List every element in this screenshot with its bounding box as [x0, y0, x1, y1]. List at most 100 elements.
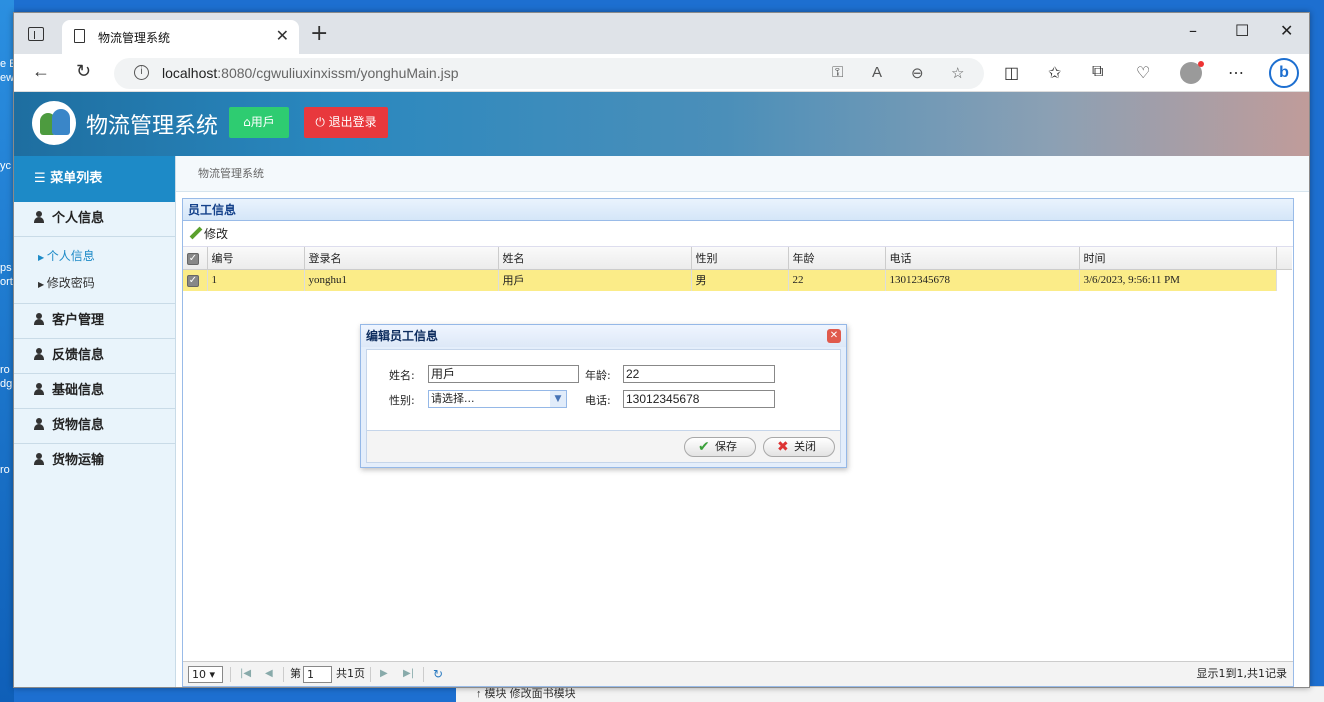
page-icon [74, 29, 85, 43]
gender-label: 性别: [389, 394, 415, 407]
sidebar-submenu: ▶ 个人信息 ▶ 修改密码 [14, 237, 175, 304]
site-info-icon[interactable]: i [134, 65, 149, 80]
caret-right-icon: ▶ [38, 280, 47, 289]
panel-toolbar: 修改 [183, 221, 1293, 247]
split-screen-icon[interactable]: ◫ [1004, 63, 1019, 83]
page-size-select[interactable]: 10 ▾ [188, 666, 223, 683]
table-cell: 3/6/2023, 9:56:11 PM [1079, 269, 1277, 291]
table-row[interactable]: ✓ 1 yonghu1 用戶 男 22 13012345678 3/6/2023… [183, 269, 1292, 291]
logout-button[interactable]: ⏻ 退出登录 [304, 107, 388, 138]
tab-actions-icon[interactable] [28, 27, 44, 41]
table-cell: yonghu1 [304, 269, 499, 291]
table-header-row: ✓ 编号 登录名 姓名 性别 年龄 电话 时间 [183, 247, 1292, 270]
close-tab-icon[interactable]: ✕ [276, 26, 289, 46]
close-icon[interactable]: ✕ [827, 329, 841, 343]
name-field[interactable]: 用戶 [428, 365, 579, 383]
profile-avatar[interactable] [1180, 61, 1204, 84]
first-page-icon[interactable]: |◀ [240, 662, 251, 686]
sidebar-category-transport[interactable]: 货物运输 [14, 444, 175, 479]
table-cell: 1 [207, 269, 305, 291]
power-icon: ⏻ [315, 115, 329, 129]
read-aloud-icon[interactable]: A [872, 64, 882, 81]
table-cell: 13012345678 [885, 269, 1080, 291]
breadcrumb: 物流管理系统 [176, 156, 1309, 192]
pagination-info: 显示1到1,共1记录 [1196, 667, 1288, 680]
desktop-icon-label: ort [0, 276, 13, 288]
sidebar-item-change-password[interactable]: ▶ 修改密码 [14, 270, 175, 297]
table-cell: 22 [788, 269, 886, 291]
age-field[interactable]: 22 [623, 365, 775, 383]
favorite-star-icon[interactable]: ☆ [951, 64, 964, 82]
web-page: 物流管理系统 ⌂用戶 ⏻ 退出登录 ☰ 菜单列表 个人信息 ▶ 个人信息 ▶ 修… [14, 92, 1309, 687]
page-total: 共1页 [336, 667, 365, 680]
url-text: localhost:8080/cgwuliuxinxissm/yonghuMai… [162, 65, 459, 81]
url-field[interactable]: i localhost:8080/cgwuliuxinxissm/yonghuM… [114, 58, 984, 89]
row-checkbox[interactable]: ✓ [187, 274, 199, 287]
column-header[interactable]: 时间 [1079, 247, 1277, 270]
browser-window: 物流管理系统 ✕ + – ☐ ✕ ← ↻ i localhost:8080/cg… [13, 12, 1310, 688]
cross-icon: ✖ [777, 439, 789, 455]
name-label: 姓名: [389, 369, 415, 382]
check-icon: ✔ [698, 439, 710, 455]
column-header[interactable]: 编号 [207, 247, 305, 270]
home-icon: ⌂ [243, 115, 251, 129]
sidebar-category-personal[interactable]: 个人信息 [14, 202, 175, 237]
maximize-icon[interactable]: ☐ [1235, 21, 1249, 40]
desktop-background [0, 0, 14, 702]
menu-header: ☰ 菜单列表 [14, 156, 175, 202]
collections-icon[interactable]: ⧉ [1092, 63, 1103, 81]
tab-title: 物流管理系统 [98, 31, 171, 45]
logout-button-label: 退出登录 [328, 115, 377, 129]
bing-icon[interactable]: b [1269, 58, 1299, 88]
column-header[interactable]: 性别 [691, 247, 789, 270]
browser-tab[interactable]: 物流管理系统 ✕ [62, 20, 299, 54]
desktop-icon-label: dg [0, 378, 13, 390]
minimize-icon[interactable]: – [1189, 21, 1197, 40]
select-all-checkbox[interactable]: ✓ [187, 252, 199, 265]
back-icon[interactable]: ← [32, 61, 50, 82]
column-header[interactable]: 姓名 [498, 247, 692, 270]
user-icon [34, 453, 44, 465]
new-tab-icon[interactable]: + [310, 21, 328, 46]
browser-essentials-icon[interactable]: ♡ [1136, 63, 1150, 83]
close-button[interactable]: ✖ 关闭 [763, 437, 835, 457]
list-icon: ☰ [34, 171, 51, 186]
zoom-icon[interactable]: ⊖ [911, 64, 924, 82]
page-number-input[interactable]: 1 [303, 666, 332, 683]
last-page-icon[interactable]: ▶| [403, 662, 414, 686]
sidebar-category-customers[interactable]: 客户管理 [14, 304, 175, 339]
edit-button[interactable]: 修改 [189, 227, 228, 241]
employee-table: ✓ 编号 登录名 姓名 性别 年龄 电话 时间 ✓ 1 yonghu1 用戶 男 [183, 247, 1292, 291]
dialog-form: 姓名: 用戶 年龄: 22 性别: 请选择... ▼ 电话: 1301234567… [366, 349, 841, 431]
sidebar-item-personal-info[interactable]: ▶ 个人信息 [14, 243, 175, 270]
refresh-icon[interactable]: ↻ [433, 662, 443, 686]
column-header[interactable]: 年龄 [788, 247, 886, 270]
user-button[interactable]: ⌂用戶 [229, 107, 289, 138]
save-button[interactable]: ✔ 保存 [684, 437, 756, 457]
phone-field[interactable]: 13012345678 [623, 390, 775, 408]
more-menu-icon[interactable]: ⋯ [1228, 63, 1244, 83]
address-bar: ← ↻ i localhost:8080/cgwuliuxinxissm/yon… [14, 54, 1309, 92]
edit-employee-dialog: 编辑员工信息 ✕ 姓名: 用戶 年龄: 22 性别: 请选择... ▼ 电话: 1… [360, 324, 847, 468]
prev-page-icon[interactable]: ◀ [265, 662, 273, 686]
user-icon [34, 383, 44, 395]
desktop-icon-label: ro [0, 464, 10, 476]
gender-select[interactable]: 请选择... ▼ [428, 390, 567, 408]
key-icon[interactable]: ⚿ [832, 64, 843, 81]
next-page-icon[interactable]: ▶ [380, 662, 388, 686]
close-window-icon[interactable]: ✕ [1280, 21, 1293, 40]
user-icon [34, 348, 44, 360]
column-header[interactable]: 登录名 [304, 247, 499, 270]
desktop-icon-label: ro [0, 364, 10, 376]
dialog-title: 编辑员工信息 [361, 325, 846, 347]
favorites-icon[interactable]: ✩ [1048, 63, 1061, 83]
sidebar: ☰ 菜单列表 个人信息 ▶ 个人信息 ▶ 修改密码 客户管理 反馈信息 基础信息… [14, 156, 176, 687]
sidebar-category-feedback[interactable]: 反馈信息 [14, 339, 175, 374]
refresh-icon[interactable]: ↻ [76, 61, 91, 82]
sidebar-category-basic[interactable]: 基础信息 [14, 374, 175, 409]
pencil-icon [189, 227, 202, 240]
sidebar-category-goods[interactable]: 货物信息 [14, 409, 175, 444]
phone-label: 电话: [585, 394, 611, 407]
column-header[interactable]: 电话 [885, 247, 1080, 270]
desktop-icon-label: ew [0, 72, 15, 84]
